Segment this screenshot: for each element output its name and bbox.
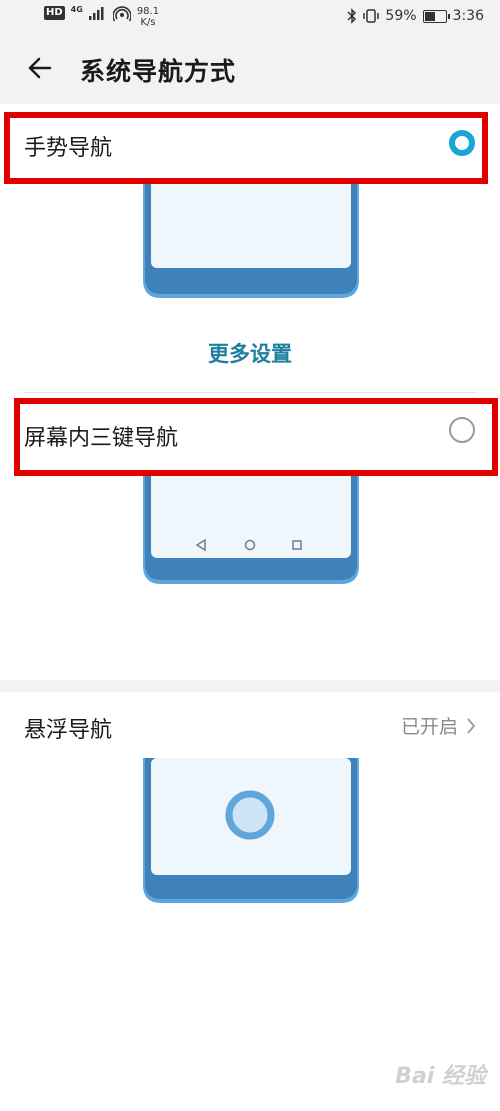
hotspot-icon — [112, 6, 131, 22]
option-three-key-label: 屏幕内三键导航 — [24, 426, 179, 451]
divider — [24, 392, 476, 393]
clock: 3:36 — [452, 8, 484, 24]
hd-icon: HD — [44, 6, 65, 20]
battery-fill — [424, 11, 436, 21]
watermark-logo: Bai 经验 — [395, 1064, 486, 1089]
section-gap — [0, 680, 500, 692]
status-left: HD 4G 98.1 K/s — [44, 6, 159, 28]
vibrate-icon — [363, 9, 380, 23]
option-floating-label: 悬浮导航 — [24, 718, 113, 743]
option-gesture-label: 手势导航 — [24, 136, 113, 161]
more-settings-link[interactable]: 更多设置 — [0, 338, 500, 368]
three-key-phone-illustration — [143, 472, 359, 584]
page-title: 系统导航方式 — [80, 57, 237, 86]
floating-status-text: 已开启 — [400, 716, 458, 738]
header: 系统导航方式 — [0, 36, 500, 104]
network-type: 4G — [71, 6, 83, 14]
battery-icon — [422, 9, 450, 23]
back-arrow-icon[interactable] — [24, 52, 56, 84]
network-speed-unit: K/s — [140, 17, 156, 28]
network-type-label: 4G — [70, 5, 83, 14]
network-speed: 98.1 K/s — [137, 6, 159, 28]
option-three-key-radio[interactable] — [449, 417, 475, 443]
battery-percent: 59% — [385, 8, 417, 24]
option-gesture-radio[interactable] — [449, 130, 475, 156]
signal-icon — [88, 7, 104, 20]
status-bar: HD 4G 98.1 K/s 59% 3:36 — [0, 0, 500, 36]
bluetooth-icon — [347, 8, 357, 24]
status-right: 59% 3:36 — [347, 8, 484, 24]
chevron-right-icon — [467, 717, 476, 734]
network-speed-value: 98.1 — [136, 6, 160, 17]
floating-phone-illustration — [143, 758, 359, 903]
floating-status[interactable]: 已开启 — [401, 712, 476, 739]
gesture-phone-illustration — [143, 180, 359, 298]
